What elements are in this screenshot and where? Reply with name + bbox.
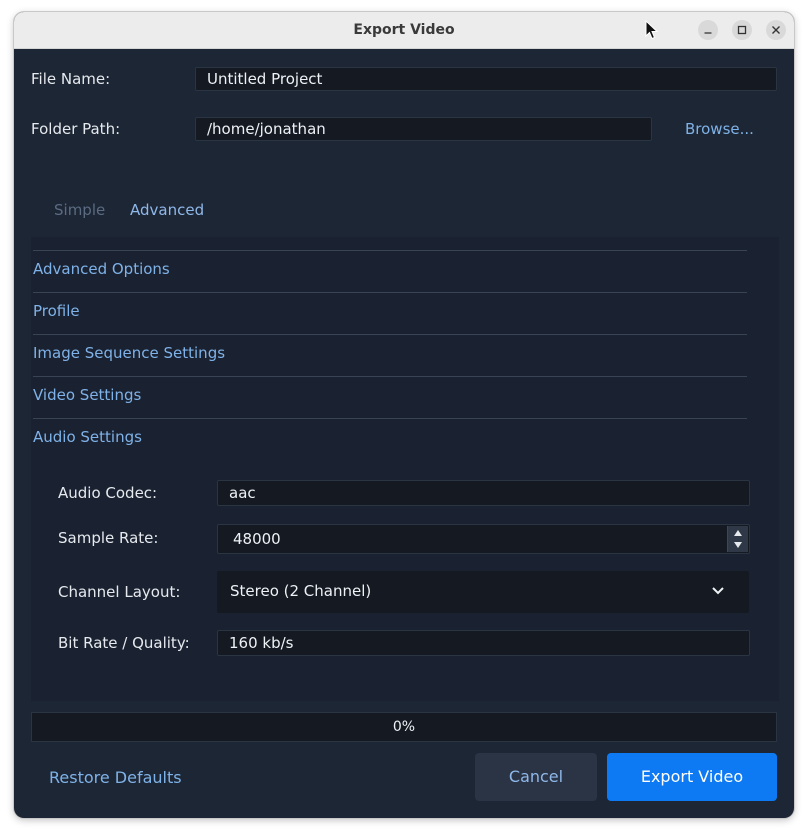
tab-advanced[interactable]: Advanced	[130, 201, 204, 219]
section-advanced-options[interactable]: Advanced Options	[33, 250, 747, 293]
audio-codec-field[interactable]: aac	[217, 480, 750, 506]
chevron-down-icon	[712, 587, 724, 595]
export-video-button[interactable]: Export Video	[607, 753, 777, 801]
folder-path-label: Folder Path:	[31, 120, 121, 138]
maximize-icon	[737, 25, 747, 35]
section-profile[interactable]: Profile	[33, 292, 747, 335]
channel-layout-dropdown[interactable]: Stereo (2 Channel)	[217, 571, 749, 613]
triangle-up-icon[interactable]	[733, 529, 743, 537]
tab-simple[interactable]: Simple	[54, 201, 105, 219]
sample-rate-value: 48000	[233, 530, 281, 548]
section-label: Advanced Options	[33, 260, 170, 278]
export-progress-bar: 0%	[31, 712, 777, 742]
section-label: Image Sequence Settings	[33, 344, 226, 362]
close-icon	[772, 26, 780, 34]
mouse-pointer-icon	[645, 20, 659, 40]
bit-rate-label: Bit Rate / Quality:	[58, 634, 190, 652]
file-name-label: File Name:	[31, 70, 111, 88]
sample-rate-spinbox[interactable]: 48000	[217, 524, 750, 554]
export-video-window: Export Video File Name: Untitled Project…	[14, 12, 794, 818]
bit-rate-field[interactable]: 160 kb/s	[217, 630, 750, 656]
restore-defaults-button[interactable]: Restore Defaults	[49, 768, 182, 787]
file-name-field[interactable]: Untitled Project	[195, 67, 777, 91]
section-label: Audio Settings	[33, 428, 142, 446]
section-label: Video Settings	[33, 386, 142, 404]
maximize-button[interactable]	[732, 20, 752, 40]
browse-button[interactable]: Browse...	[685, 120, 754, 138]
minimize-icon	[704, 32, 712, 34]
triangle-down-icon[interactable]	[733, 541, 743, 549]
sample-rate-label: Sample Rate:	[58, 529, 159, 547]
section-video-settings[interactable]: Video Settings	[33, 376, 747, 419]
section-image-sequence-settings[interactable]: Image Sequence Settings	[33, 334, 747, 377]
channel-layout-value: Stereo (2 Channel)	[230, 582, 372, 600]
section-label: Profile	[33, 302, 80, 320]
minimize-button[interactable]	[698, 20, 718, 40]
cancel-button[interactable]: Cancel	[475, 753, 597, 801]
window-title: Export Video	[353, 22, 455, 38]
sample-rate-stepper[interactable]	[727, 526, 748, 552]
close-button[interactable]	[766, 20, 786, 40]
title-bar[interactable]: Export Video	[14, 12, 794, 49]
section-audio-settings[interactable]: Audio Settings	[33, 418, 747, 461]
folder-path-field[interactable]: /home/jonathan	[195, 117, 652, 141]
channel-layout-label: Channel Layout:	[58, 583, 181, 601]
audio-codec-label: Audio Codec:	[58, 484, 158, 502]
